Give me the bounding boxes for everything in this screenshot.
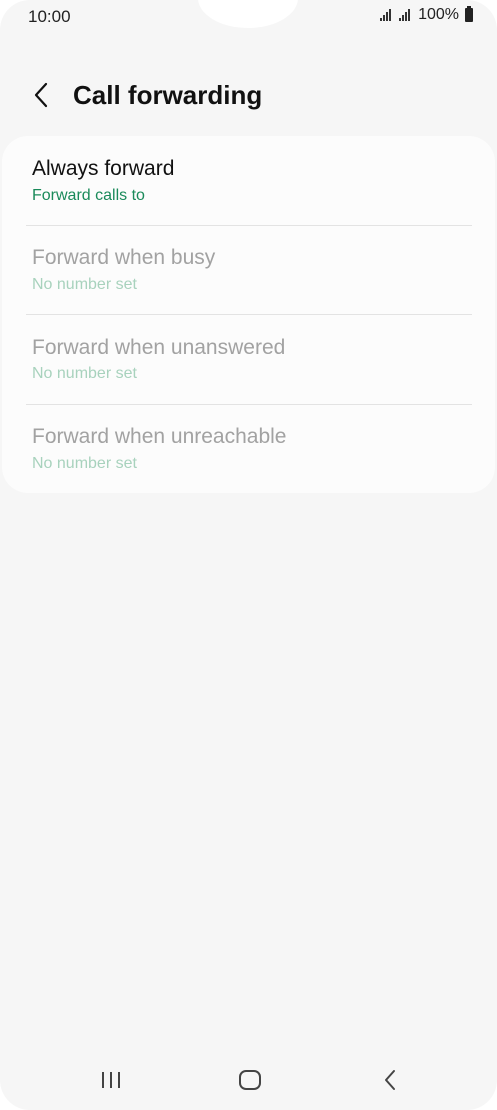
phone-screen: 10:00 100% Call forwarding Always forwar…: [0, 0, 497, 1110]
forward-when-unanswered-item[interactable]: Forward when unanswered No number set: [2, 315, 495, 404]
item-title: Forward when busy: [32, 246, 216, 269]
recents-button[interactable]: [91, 1064, 131, 1096]
app-header: Call forwarding: [0, 70, 497, 122]
item-subtitle: No number set: [32, 455, 137, 472]
item-subtitle: Forward calls to: [32, 187, 145, 204]
page-title: Call forwarding: [73, 80, 263, 110]
chevron-left-icon: [34, 82, 48, 108]
forward-when-busy-item[interactable]: Forward when busy No number set: [2, 226, 495, 315]
back-icon: [385, 1070, 395, 1090]
always-forward-item[interactable]: Always forward Forward calls to: [2, 136, 495, 225]
signal-icon: [380, 9, 392, 21]
item-title: Forward when unreachable: [32, 425, 287, 448]
home-button[interactable]: [230, 1064, 270, 1096]
recents-icon: [102, 1072, 120, 1088]
item-title: Always forward: [32, 157, 175, 180]
navigation-bar: [0, 1050, 497, 1110]
item-subtitle: No number set: [32, 365, 137, 382]
home-icon: [239, 1070, 261, 1090]
status-icons: 100%: [380, 6, 473, 24]
status-time: 10:00: [28, 7, 71, 26]
back-button[interactable]: [24, 78, 58, 112]
nav-back-button[interactable]: [370, 1064, 410, 1096]
item-title: Forward when unanswered: [32, 336, 286, 359]
forwarding-options-card: Always forward Forward calls to Forward …: [2, 136, 495, 493]
status-bar: 10:00 100%: [0, 0, 497, 32]
battery-icon: [465, 6, 473, 22]
battery-level: 100%: [418, 6, 459, 23]
item-subtitle: No number set: [32, 276, 137, 293]
signal-icon: [399, 9, 411, 21]
forward-when-unreachable-item[interactable]: Forward when unreachable No number set: [2, 405, 495, 494]
